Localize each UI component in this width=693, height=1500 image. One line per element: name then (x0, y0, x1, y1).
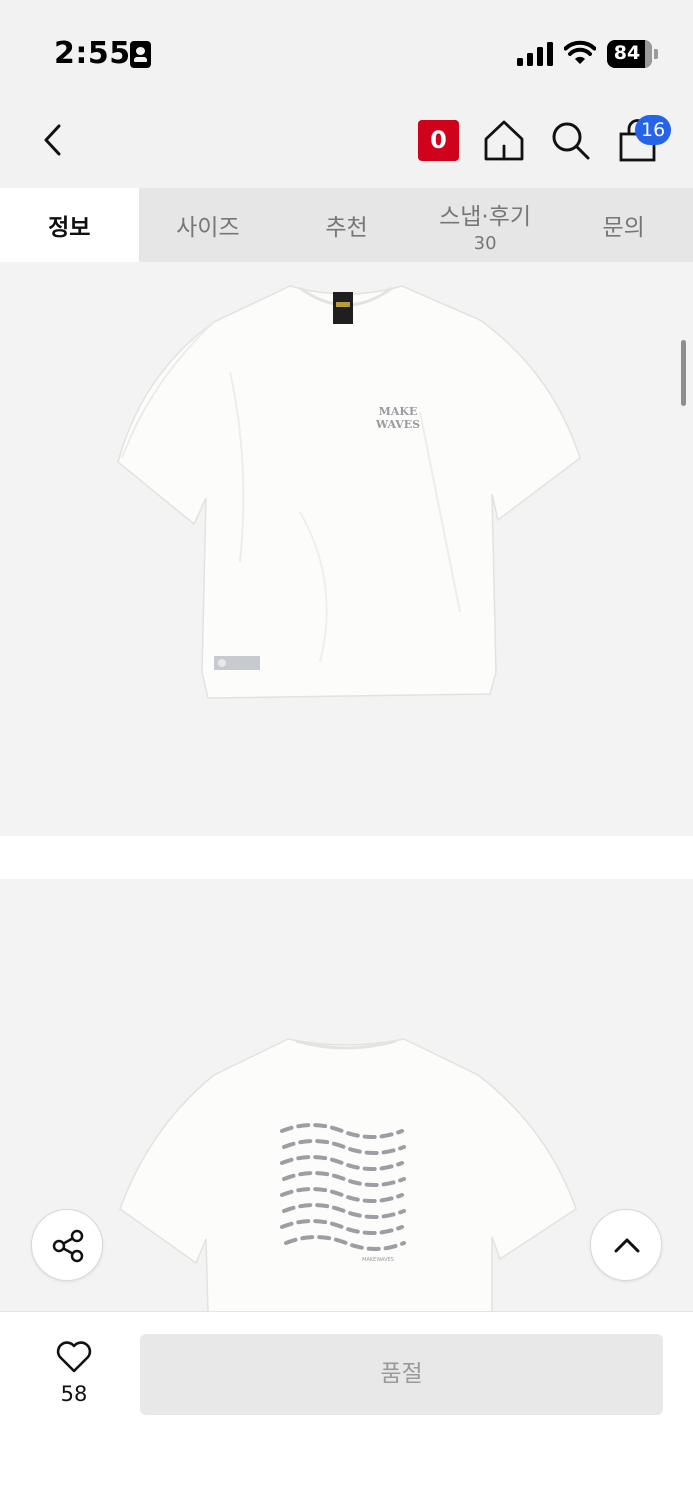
tab-inquiry[interactable]: 문의 (554, 188, 693, 262)
tab-label: 정보 (48, 215, 91, 241)
scroll-top-button[interactable] (590, 1209, 662, 1281)
share-button[interactable] (31, 1209, 103, 1281)
search-button[interactable] (548, 118, 592, 162)
cart-count-badge: 16 (635, 115, 672, 145)
back-button[interactable] (30, 118, 74, 162)
soldout-button: 품절 (140, 1334, 663, 1415)
status-bar: 2:55 84 (0, 0, 693, 100)
tab-label: 문의 (602, 215, 645, 241)
home-button[interactable] (482, 118, 526, 162)
scrollbar-thumb[interactable] (681, 340, 686, 406)
tab-label: 추천 (325, 215, 368, 241)
point-badge[interactable]: 0 (418, 120, 459, 161)
image-gap (0, 836, 693, 879)
share-icon (52, 1229, 84, 1263)
heart-icon (56, 1341, 92, 1373)
like-button[interactable]: 58 (38, 1336, 110, 1412)
home-icon (484, 120, 524, 161)
battery-icon: 84 (607, 40, 658, 68)
tab-info[interactable]: 정보 (0, 188, 139, 262)
tshirt-back-illustration: MAKEWAVES (119, 1038, 577, 1312)
status-time: 2:55 (54, 36, 131, 71)
bottom-purchase-bar: 58 품절 (0, 1311, 693, 1500)
wifi-icon (564, 40, 596, 64)
tab-label: 스냅·후기 (439, 203, 532, 230)
front-print-line-1: MAKE (379, 405, 418, 418)
back-print-tag: MAKEWAVES (362, 1257, 394, 1263)
product-image-back: MAKEWAVES (0, 879, 693, 1312)
top-nav: 0 16 (0, 100, 693, 188)
tab-snap-review[interactable]: 스냅·후기 30 (416, 188, 555, 262)
tab-recommend[interactable]: 추천 (277, 188, 416, 262)
cellular-signal-icon (517, 42, 553, 66)
product-tabs: 정보 사이즈 추천 스냅·후기 30 문의 (0, 188, 693, 262)
tshirt-front-illustration: MAKE WAVES (117, 285, 581, 699)
id-card-icon (130, 41, 151, 68)
tab-size[interactable]: 사이즈 (139, 188, 278, 262)
like-count: 58 (60, 1382, 88, 1406)
search-icon (552, 122, 590, 160)
front-print-line-2: WAVES (375, 418, 420, 431)
chevron-up-icon (614, 1238, 640, 1253)
tab-label: 사이즈 (176, 215, 240, 241)
battery-level: 84 (613, 42, 641, 64)
product-image-front: MAKE WAVES (0, 262, 693, 836)
tab-review-count: 30 (473, 232, 497, 254)
back-arrow-icon (44, 124, 61, 156)
